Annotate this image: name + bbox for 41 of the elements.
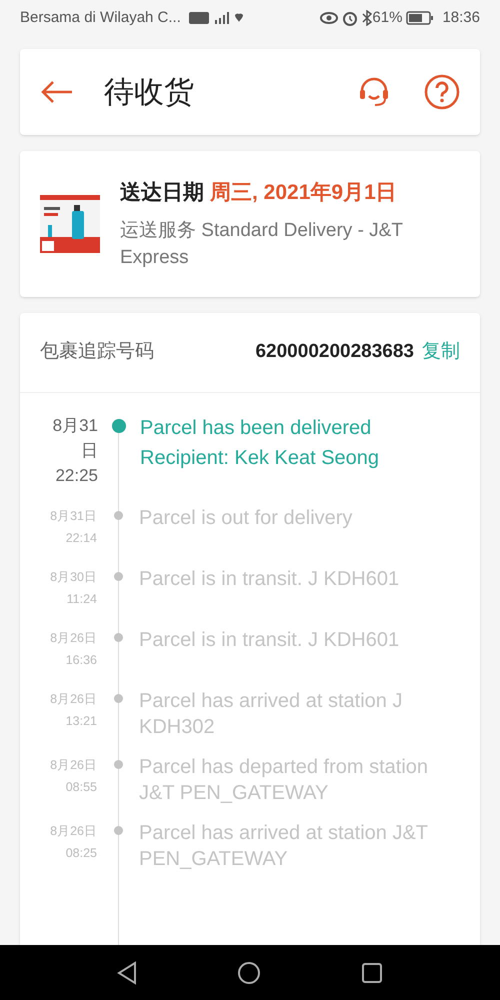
recents-nav-icon[interactable] bbox=[361, 962, 383, 984]
event-date: 8月30日 bbox=[50, 569, 97, 586]
tracking-label: 包裹追踪号码 bbox=[40, 340, 154, 364]
home-nav-icon[interactable] bbox=[237, 960, 261, 984]
event-date: 8月26日 bbox=[50, 757, 97, 774]
event-description: Parcel has arrived at station J KDH302 bbox=[139, 689, 404, 740]
event-time: 22:25 bbox=[55, 465, 98, 487]
event-time: 11:24 bbox=[66, 591, 97, 608]
event-description: Parcel has been delivered bbox=[140, 416, 372, 441]
tracking-number: 620000200283683 bbox=[255, 340, 414, 364]
event-description: Parcel is in transit. J KDH601 bbox=[139, 628, 400, 653]
event-time: 08:55 bbox=[66, 779, 97, 796]
delivery-label: 送达日期 bbox=[120, 180, 204, 206]
event-description: Recipient: Kek Keat Seong bbox=[140, 446, 380, 471]
event-date: 8月31日 bbox=[50, 508, 97, 525]
battery-percent: 61% bbox=[372, 8, 402, 28]
help-icon[interactable] bbox=[424, 74, 460, 110]
event-date: 8月31日 bbox=[52, 415, 98, 462]
event-date: 8月26日 bbox=[50, 823, 97, 840]
event-description: Parcel is in transit. J KDH601 bbox=[139, 567, 400, 592]
event-date: 8月26日 bbox=[50, 630, 97, 647]
carrier-name: Bersama di Wilayah C... bbox=[20, 8, 181, 28]
copy-link[interactable]: 复制 bbox=[422, 338, 460, 367]
event-date: 8月26日 bbox=[50, 691, 97, 708]
eye-icon bbox=[320, 12, 338, 24]
delivery-date: 周三, 2021年9月1日 bbox=[210, 180, 397, 206]
event-description: Parcel is out for delivery bbox=[139, 506, 354, 531]
bluetooth-icon bbox=[362, 10, 372, 26]
event-description: Parcel has arrived at station J&T PEN_GATEWAY bbox=[139, 821, 429, 872]
back-nav-icon[interactable] bbox=[117, 960, 137, 984]
event-time: 08:25 bbox=[66, 845, 97, 862]
clock-time: 18:36 bbox=[442, 8, 480, 28]
event-time: 16:36 bbox=[66, 652, 97, 669]
shipping-service: 运送服务 Standard Delivery - J&T Express bbox=[120, 218, 404, 270]
alarm-icon bbox=[342, 10, 358, 26]
event-description: Parcel has departed from station J&T PEN_GATEWAY bbox=[139, 755, 430, 806]
event-time: 13:21 bbox=[66, 713, 97, 730]
event-time: 22:14 bbox=[66, 530, 97, 547]
page-title: 待收货 bbox=[104, 74, 194, 110]
network-icon bbox=[188, 11, 243, 25]
battery-icon bbox=[406, 11, 434, 25]
